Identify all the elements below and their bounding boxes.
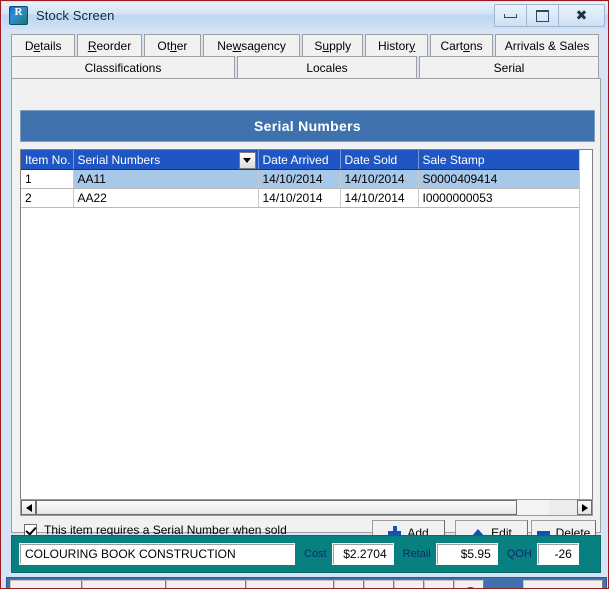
cell-date-sold: 14/10/2014 (340, 169, 419, 189)
serial-numbers-table: Item No. Serial Numbers Date Arrived Dat… (21, 150, 582, 208)
scrollbar-thumb[interactable] (36, 500, 517, 515)
cell-serial-number: AA22 (73, 188, 259, 208)
tab-cartons-label: Cartons (440, 38, 483, 53)
window-controls: ✖ (494, 4, 605, 27)
product-description-field[interactable]: COLOURING BOOK CONSTRUCTION (19, 543, 295, 565)
stock-screen-window: Stock Screen ✖ Details Reorder Other New… (0, 0, 609, 589)
scroll-left-arrow-icon[interactable] (21, 500, 36, 515)
toolbar-search-button[interactable] (454, 580, 484, 588)
table-row[interactable]: 1 AA11 14/10/2014 14/10/2014 S0000409414 (21, 169, 582, 189)
scroll-right-arrow-icon[interactable] (577, 500, 592, 515)
maximize-button[interactable] (526, 4, 559, 27)
cell-sale-stamp: I0000000053 (418, 188, 582, 208)
tab-reorder[interactable]: Reorder (77, 34, 142, 56)
close-icon: ✖ (575, 7, 588, 23)
serial-tab-panel: Serial Numbers Item No. Serial Numbers D… (11, 78, 601, 555)
cost-label: Cost (304, 548, 327, 560)
tab-arrivals-and-sales-label: Arrivals & Sales (504, 38, 590, 53)
tab-history[interactable]: History (365, 34, 428, 56)
column-header-item-no[interactable]: Item No. (21, 150, 74, 170)
tab-history-label: History (377, 38, 416, 53)
qoh-label: QOH (506, 548, 532, 560)
table-header-row: Item No. Serial Numbers Date Arrived Dat… (21, 150, 582, 170)
app-logo-icon (9, 6, 28, 25)
column-header-serial-numbers[interactable]: Serial Numbers (73, 150, 259, 170)
tab-other-label: Other (157, 38, 188, 53)
toolbar-last-record-button[interactable] (424, 580, 454, 588)
tab-locales-label: Locales (306, 60, 348, 75)
serial-numbers-grid[interactable]: Item No. Serial Numbers Date Arrived Dat… (20, 149, 593, 501)
tab-classifications[interactable]: Classifications (11, 56, 235, 78)
toolbar-next-record-button[interactable] (394, 580, 424, 588)
cell-item-no: 1 (21, 169, 74, 189)
title-bar: Stock Screen ✖ (2, 2, 608, 29)
column-header-date-sold[interactable]: Date Sold (340, 150, 419, 170)
window-title: Stock Screen (36, 8, 115, 23)
cell-serial-number: AA11 (73, 169, 259, 189)
product-info-bar: COLOURING BOOK CONSTRUCTION Cost $2.2704… (11, 535, 601, 573)
panel-banner: Serial Numbers (20, 110, 595, 142)
toolbar-save-button: Save (166, 580, 246, 588)
tab-serial-label: Serial (493, 60, 525, 75)
toolbar-add-button[interactable]: Add (10, 580, 82, 588)
tab-serial[interactable]: Serial (419, 56, 599, 78)
toolbar-delete-button[interactable]: Delete (82, 580, 166, 588)
minimize-icon (504, 13, 517, 18)
panel-banner-title: Serial Numbers (254, 118, 361, 134)
cell-item-no: 2 (21, 188, 74, 208)
grid-vertical-scrollbar[interactable] (579, 150, 592, 500)
tab-arrivals-and-sales[interactable]: Arrivals & Sales (495, 34, 599, 56)
minus-icon (536, 530, 550, 535)
grid-horizontal-scrollbar[interactable] (20, 499, 593, 516)
bottom-toolbar: Add Delete Save Cancel (6, 577, 607, 588)
client-area: Details Reorder Other Newsagency Supply … (2, 29, 608, 588)
chevron-down-icon[interactable] (238, 152, 256, 169)
cell-date-arrived: 14/10/2014 (258, 188, 341, 208)
tab-strip: Details Reorder Other Newsagency Supply … (11, 34, 601, 78)
tab-details-label: Details (24, 38, 62, 53)
cell-date-sold: 14/10/2014 (340, 188, 419, 208)
tab-row-primary: Details Reorder Other Newsagency Supply … (11, 34, 601, 56)
scrollbar-track[interactable] (36, 500, 549, 515)
retail-value: $5.95 (435, 543, 498, 565)
tab-reorder-label: Reorder (87, 38, 132, 53)
tab-locales[interactable]: Locales (237, 56, 417, 78)
maximize-icon (536, 9, 549, 22)
tab-other[interactable]: Other (143, 34, 202, 56)
tab-newsagency[interactable]: Newsagency (203, 34, 301, 56)
table-row[interactable]: 2 AA22 14/10/2014 14/10/2014 I0000000053 (21, 188, 582, 208)
tab-classifications-label: Classifications (84, 60, 162, 75)
tab-row-secondary: Classifications Locales Serial (11, 56, 601, 78)
toolbar-close-button[interactable]: Close (523, 580, 603, 588)
qoh-value: -26 (536, 543, 579, 565)
cell-sale-stamp: S0000409414 (418, 169, 582, 189)
tab-supply-label: Supply (314, 38, 352, 53)
tab-details[interactable]: Details (11, 34, 76, 56)
tab-cartons[interactable]: Cartons (429, 34, 494, 56)
cost-value: $2.2704 (331, 543, 394, 565)
tab-newsagency-label: Newsagency (217, 38, 286, 53)
toolbar-cancel-button: Cancel (246, 580, 334, 588)
scrollbar-spacer (549, 500, 577, 515)
cell-date-arrived: 14/10/2014 (258, 169, 341, 189)
toolbar-first-record-button[interactable] (334, 580, 364, 588)
column-header-sale-stamp[interactable]: Sale Stamp (418, 150, 582, 170)
retail-label: Retail (402, 548, 431, 560)
minimize-button[interactable] (494, 4, 527, 27)
column-header-serial-numbers-label: Serial Numbers (77, 152, 161, 167)
tab-supply[interactable]: Supply (302, 34, 364, 56)
column-header-date-arrived[interactable]: Date Arrived (258, 150, 341, 170)
close-window-button[interactable]: ✖ (558, 4, 605, 27)
toolbar-previous-record-button[interactable] (364, 580, 394, 588)
